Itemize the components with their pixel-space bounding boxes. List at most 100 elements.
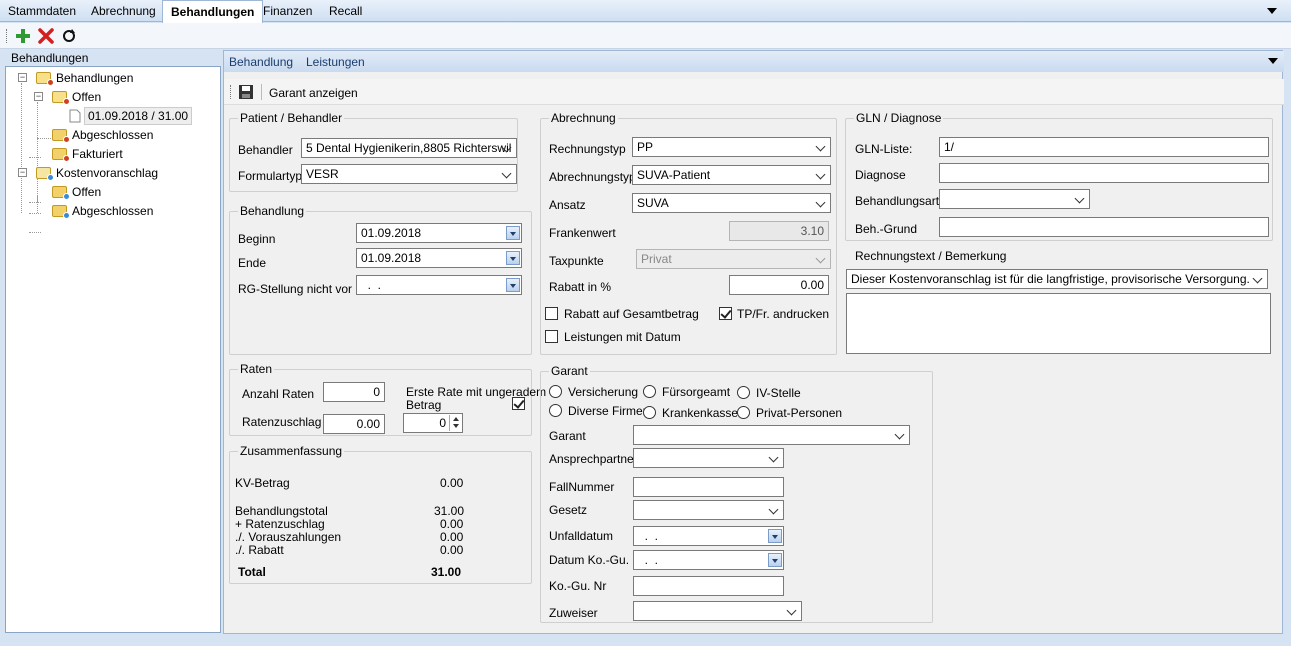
tree-collapse-toggle[interactable]: − — [18, 168, 27, 177]
fallnummer-input[interactable] — [633, 477, 784, 497]
toolbar-grip — [6, 29, 8, 43]
ratenzuschlag-sum-value: 0.00 — [440, 517, 464, 531]
radio-fuersorgeamt[interactable] — [643, 385, 656, 398]
anzahl-raten-input[interactable]: 0 — [323, 382, 385, 402]
frankenwert-value: 3.10 — [729, 221, 829, 241]
radio-krankenkasse[interactable] — [643, 406, 656, 419]
gln-input[interactable]: 1/ — [939, 137, 1269, 157]
formulartyp-label: Formulartyp — [238, 169, 303, 183]
show-garant-button[interactable]: Garant anzeigen — [269, 86, 358, 100]
erste-rate-checkbox[interactable] — [512, 397, 525, 410]
kogu-nr-input[interactable] — [633, 576, 784, 596]
tp-andrucken-checkbox[interactable] — [719, 307, 732, 320]
erste-rate-label-2: Betrag — [406, 398, 442, 412]
tree-item-kostenvoranschlag[interactable]: Kostenvoranschlag — [56, 166, 158, 180]
beginn-date-input[interactable]: 01.09.2018 — [356, 223, 522, 243]
diagnose-input[interactable] — [939, 163, 1269, 183]
tab-finanzen[interactable]: Finanzen — [263, 4, 312, 18]
garant-group: Garant Versicherung Fürsorgeamt IV-Stell… — [540, 364, 933, 623]
rabatt-sum-value: 0.00 — [440, 543, 464, 557]
radio-diverse-firmen[interactable] — [549, 404, 562, 417]
ansprechpartner-select[interactable] — [633, 448, 784, 468]
ende-date-input[interactable]: 01.09.2018 — [356, 248, 522, 268]
rechnungstyp-select[interactable]: PP — [632, 137, 831, 157]
leistungen-datum-checkbox[interactable] — [545, 330, 558, 343]
radio-fuersorgeamt-label: Fürsorgeamt — [662, 385, 731, 399]
zuweiser-select[interactable] — [633, 601, 802, 621]
folder-open-icon — [52, 91, 70, 105]
main-tab-bar: Stammdaten Abrechnung Behandlungen Finan… — [0, 0, 1291, 23]
tab-behandlung[interactable]: Behandlung — [229, 55, 293, 69]
garant-select[interactable] — [633, 425, 910, 445]
behandlungstotal-label: Behandlungstotal — [235, 504, 328, 518]
frankenwert-label: Frankenwert — [549, 226, 616, 240]
datum-kogu-label: Datum Ko.-Gu. — [549, 553, 630, 567]
unfalldatum-input[interactable]: . . — [633, 526, 784, 546]
calendar-dropdown-icon[interactable] — [768, 529, 782, 543]
subtab-overflow-icon[interactable] — [1268, 58, 1278, 64]
tree-item-offen[interactable]: Offen — [72, 90, 101, 104]
refresh-icon[interactable] — [61, 28, 77, 44]
behandler-select[interactable]: 5 Dental Hygienikerin,8805 Richterswil — [301, 138, 517, 158]
kv-betrag-value: 0.00 — [440, 476, 464, 490]
ansatz-select[interactable]: SUVA — [632, 193, 831, 213]
tree-panel-title: Behandlungen — [11, 51, 89, 65]
radio-versicherung[interactable] — [549, 385, 562, 398]
save-icon[interactable] — [238, 84, 254, 100]
rabatt-gesamt-checkbox[interactable] — [545, 307, 558, 320]
radio-privat-personen-label: Privat-Personen — [756, 406, 843, 420]
tree-item-behandlungen[interactable]: Behandlungen — [56, 71, 133, 85]
rabatt-sum-label: ./. Rabatt — [235, 543, 284, 557]
tree-item-kv-abgeschlossen[interactable]: Abgeschlossen — [72, 204, 153, 218]
tab-leistungen[interactable]: Leistungen — [306, 55, 365, 69]
taxpunkte-select[interactable]: Privat — [636, 249, 831, 269]
beh-grund-label: Beh.-Grund — [855, 222, 918, 236]
formulartyp-select[interactable]: VESR — [301, 164, 517, 184]
leistungen-datum-label: Leistungen mit Datum — [564, 330, 681, 344]
rechnungstext-select[interactable]: Dieser Kostenvoranschlag ist für die lan… — [846, 269, 1268, 289]
treatment-tree-panel: Behandlungen − Behandlungen − Offen 01.0… — [3, 50, 221, 634]
tree-item-selected-treatment[interactable]: 01.09.2018 / 31.00 — [84, 107, 193, 125]
garant-label: Garant — [549, 429, 586, 443]
bemerkung-textarea[interactable] — [846, 293, 1271, 354]
gln-diagnose-group: GLN / Diagnose GLN-Liste: 1/ Diagnose Be… — [845, 111, 1273, 241]
fallnummer-label: FallNummer — [549, 480, 615, 494]
tab-abrechnung[interactable]: Abrechnung — [91, 4, 156, 18]
x-icon[interactable] — [38, 28, 54, 44]
group-title: Rechnungstext / Bemerkung — [853, 249, 1009, 263]
total-value: 31.00 — [431, 565, 462, 579]
raten-spinner[interactable]: 0 — [403, 413, 463, 433]
calendar-dropdown-icon[interactable] — [506, 278, 520, 292]
taxpunkte-label: Taxpunkte — [549, 254, 604, 268]
radio-privat-personen[interactable] — [737, 406, 750, 419]
rg-stellung-date-input[interactable]: . . — [356, 275, 522, 295]
tree-item-kv-offen[interactable]: Offen — [72, 185, 101, 199]
calendar-dropdown-icon[interactable] — [506, 251, 520, 265]
tree-item-fakturiert[interactable]: Fakturiert — [72, 147, 123, 161]
calendar-dropdown-icon[interactable] — [768, 553, 782, 567]
vorauszahlungen-value: 0.00 — [440, 530, 464, 544]
tree-collapse-toggle[interactable]: − — [18, 73, 27, 82]
zusammenfassung-group: Zusammenfassung KV-Betrag 0.00 Behandlun… — [229, 444, 532, 584]
behandler-label: Behandler — [238, 143, 293, 157]
tab-stammdaten[interactable]: Stammdaten — [8, 4, 76, 18]
tab-recall[interactable]: Recall — [329, 4, 362, 18]
folder-icon — [52, 205, 70, 219]
rabatt-input[interactable]: 0.00 — [729, 275, 829, 295]
beh-grund-input[interactable] — [939, 217, 1269, 237]
ratenzuschlag-input[interactable]: 0.00 — [323, 414, 385, 434]
folder-icon — [52, 148, 70, 162]
tree-item-abgeschlossen[interactable]: Abgeschlossen — [72, 128, 153, 142]
tree-collapse-toggle[interactable]: − — [34, 92, 43, 101]
behandlungsart-select[interactable] — [939, 189, 1090, 209]
calendar-dropdown-icon[interactable] — [506, 226, 520, 240]
spinner-arrows-icon[interactable] — [449, 415, 461, 431]
datum-kogu-input[interactable]: . . — [633, 550, 784, 570]
tab-overflow-icon[interactable] — [1267, 8, 1277, 14]
radio-iv-stelle[interactable] — [737, 386, 750, 399]
tab-behandlungen[interactable]: Behandlungen — [162, 0, 264, 23]
gesetz-select[interactable] — [633, 500, 784, 520]
plus-icon[interactable] — [15, 28, 31, 44]
abrechnungstyp-select[interactable]: SUVA-Patient — [632, 165, 831, 185]
folder-open-icon — [36, 167, 54, 181]
